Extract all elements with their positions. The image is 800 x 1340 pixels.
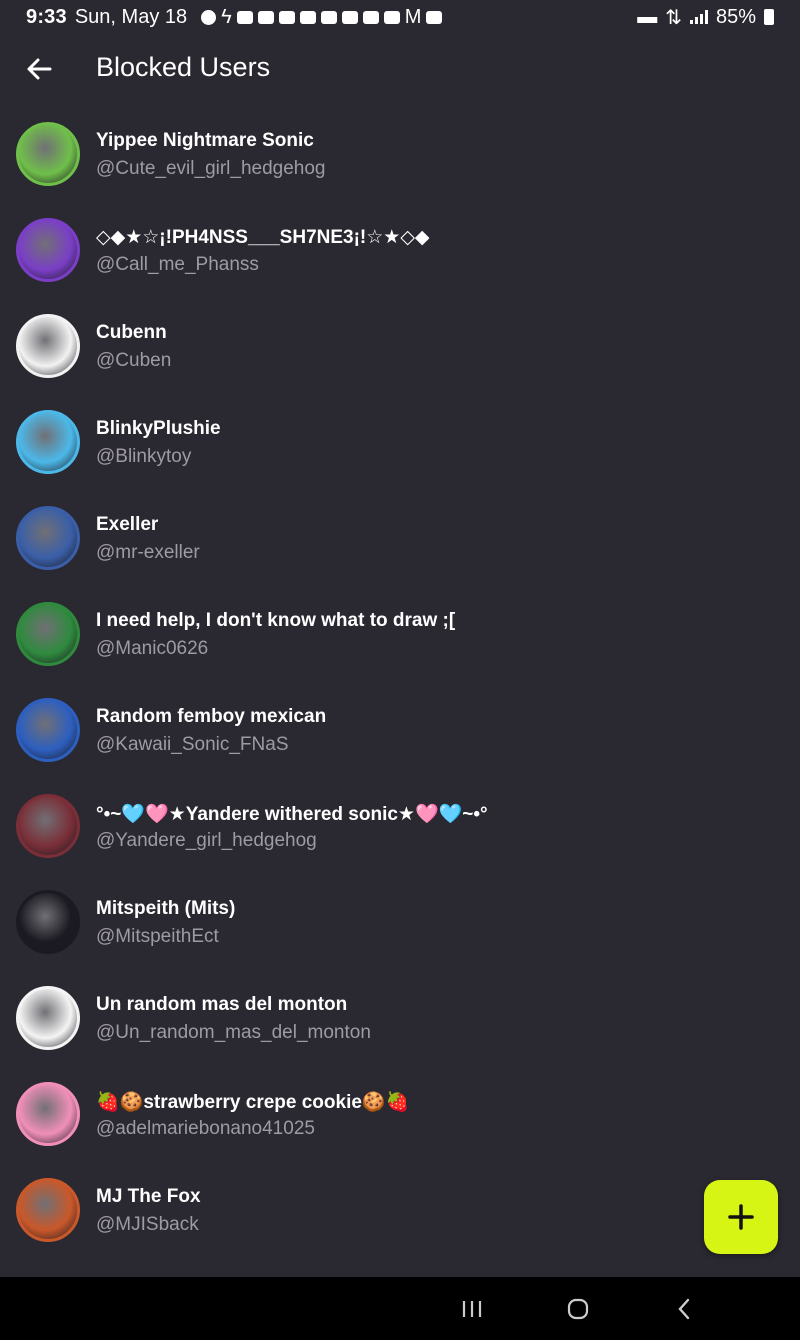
add-blocked-user-button[interactable]	[704, 1180, 778, 1254]
recents-icon	[462, 1301, 482, 1317]
wifi-icon: ⇅	[665, 6, 682, 29]
user-display-name: 🍓🍪strawberry crepe cookie🍪🍓	[96, 1092, 410, 1113]
youtube-icon	[278, 10, 295, 24]
youtube-icon	[341, 10, 358, 24]
user-handle: @Yandere_girl_hedgehog	[96, 830, 317, 851]
user-handle: @MJISback	[96, 1214, 199, 1235]
home-icon	[567, 1298, 589, 1320]
user-handle: @Cuben	[96, 350, 172, 371]
status-left: 9:33 Sun, May 18 ϟ M	[26, 5, 443, 29]
folder-icon	[383, 10, 400, 24]
blocked-user-row[interactable]: BlinkyPlushie @Blinkytoy	[0, 396, 800, 492]
user-display-name: Exeller	[96, 514, 159, 535]
user-avatar[interactable]	[16, 218, 80, 282]
bolt-icon: ϟ	[221, 5, 232, 28]
system-nav-bar	[0, 1277, 800, 1340]
user-avatar[interactable]	[16, 410, 80, 474]
user-handle: @Call_me_Phanss	[96, 254, 259, 275]
back-button[interactable]	[20, 50, 58, 88]
blocked-user-row[interactable]: Un random mas del monton @Un_random_mas_d…	[0, 972, 800, 1068]
user-display-name: Random femboy mexican	[96, 706, 327, 727]
youtube-icon	[257, 10, 274, 24]
user-display-name: °•~🩵🩷★Yandere withered sonic★🩷🩵~•°	[96, 804, 488, 825]
recents-button[interactable]	[452, 1293, 492, 1325]
user-handle: @Manic0626	[96, 638, 209, 659]
user-display-name: Cubenn	[96, 322, 167, 343]
user-avatar[interactable]	[16, 506, 80, 570]
status-right: ▬ ⇅ 85%	[637, 5, 774, 30]
user-avatar[interactable]	[16, 890, 80, 954]
page-title: Blocked Users	[96, 52, 271, 82]
user-avatar[interactable]	[16, 1082, 80, 1146]
user-display-name: Mitspeith (Mits)	[96, 898, 236, 919]
user-avatar[interactable]	[16, 986, 80, 1050]
blocked-user-row[interactable]: Random femboy mexican @Kawaii_Sonic_FNaS	[0, 684, 800, 780]
arrow-left-icon	[27, 58, 52, 80]
blocked-user-row[interactable]: I need help, I don't know what to draw ;…	[0, 588, 800, 684]
user-handle: @Kawaii_Sonic_FNaS	[96, 734, 289, 755]
app-bar: Blocked Users	[0, 40, 800, 100]
battery-percent: 85%	[715, 5, 756, 28]
bed-icon: ▬	[637, 5, 658, 28]
user-display-name: ◇◆★☆¡!PH4NSS___SH7NE3¡!☆★◇◆	[96, 227, 430, 248]
user-handle: @Un_random_mas_del_monton	[96, 1022, 371, 1043]
blocked-user-row[interactable]: °•~🩵🩷★Yandere withered sonic★🩷🩵~•° @Yande…	[0, 780, 800, 876]
status-time: 9:33	[26, 5, 67, 28]
blocked-user-row[interactable]: MJ The Fox @MJISback	[0, 1164, 800, 1260]
signal-icon	[689, 10, 708, 24]
blocked-user-row[interactable]: Yippee Nightmare Sonic @Cute_evil_girl_he…	[0, 108, 800, 204]
app-notification-icon	[236, 10, 253, 24]
user-avatar[interactable]	[16, 314, 80, 378]
dnd-icon	[201, 9, 217, 25]
user-display-name: I need help, I don't know what to draw ;…	[96, 610, 456, 631]
blocked-user-row[interactable]: 🍓🍪strawberry crepe cookie🍪🍓 @adelmariebon…	[0, 1068, 800, 1164]
user-display-name: Un random mas del monton	[96, 994, 348, 1015]
image-icon	[426, 10, 443, 24]
status-bar: 9:33 Sun, May 18 ϟ M ▬ ⇅ 85%	[0, 0, 800, 34]
status-date: Sun, May 18	[74, 5, 188, 28]
user-display-name: MJ The Fox	[96, 1186, 201, 1207]
user-avatar[interactable]	[16, 122, 80, 186]
user-handle: @Blinkytoy	[96, 446, 192, 467]
home-button[interactable]	[558, 1293, 598, 1325]
battery-icon	[764, 9, 774, 25]
user-display-name: Yippee Nightmare Sonic	[96, 130, 314, 151]
youtube-icon	[299, 10, 316, 24]
back-chevron-icon	[678, 1298, 690, 1320]
user-handle: @adelmariebonano41025	[96, 1118, 315, 1139]
user-avatar[interactable]	[16, 698, 80, 762]
plus-icon	[728, 1204, 754, 1230]
user-avatar[interactable]	[16, 794, 80, 858]
system-back-button[interactable]	[664, 1293, 704, 1325]
blocked-user-row[interactable]: Mitspeith (Mits) @MitspeithEct	[0, 876, 800, 972]
youtube-icon	[320, 10, 337, 24]
user-handle: @Cute_evil_girl_hedgehog	[96, 158, 326, 179]
user-avatar[interactable]	[16, 1178, 80, 1242]
youtube-icon	[362, 10, 379, 24]
blocked-users-list: Yippee Nightmare Sonic @Cute_evil_girl_he…	[0, 108, 800, 1260]
gmail-icon: M	[404, 5, 422, 28]
blocked-user-row[interactable]: ◇◆★☆¡!PH4NSS___SH7NE3¡!☆★◇◆ @Call_me_Phan…	[0, 204, 800, 300]
blocked-user-row[interactable]: Exeller @mr-exeller	[0, 492, 800, 588]
blocked-user-row[interactable]: Cubenn @Cuben	[0, 300, 800, 396]
user-avatar[interactable]	[16, 602, 80, 666]
user-handle: @mr-exeller	[96, 542, 200, 563]
notification-icons: ϟ M	[201, 5, 443, 29]
user-handle: @MitspeithEct	[96, 926, 219, 947]
user-display-name: BlinkyPlushie	[96, 418, 221, 439]
